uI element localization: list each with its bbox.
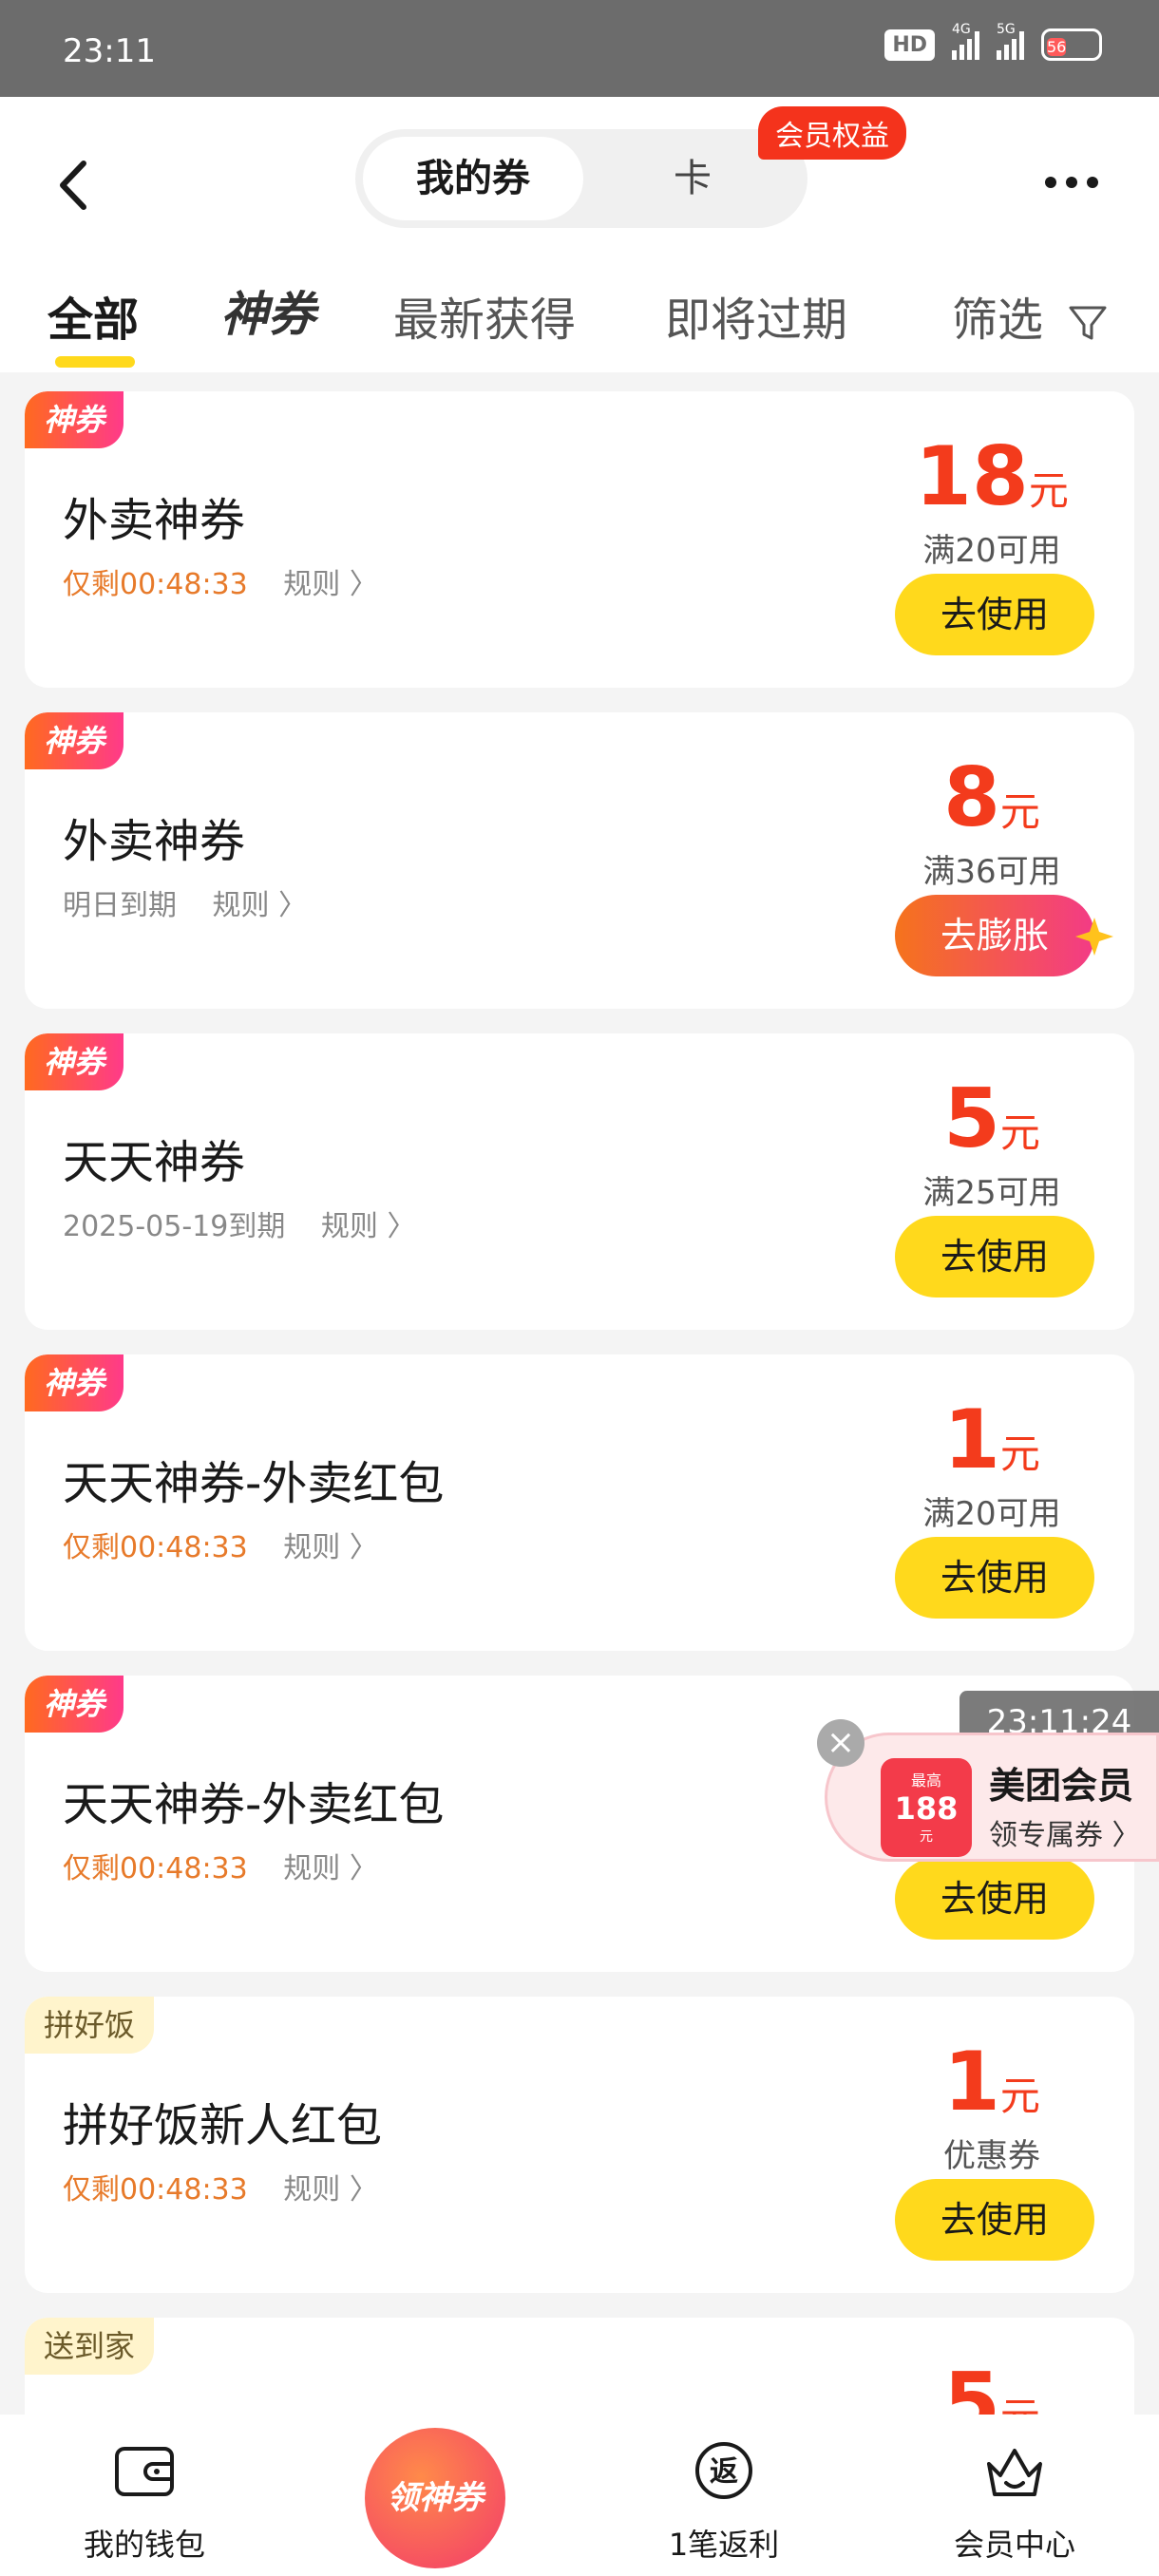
- filter-button[interactable]: 筛选: [952, 282, 1109, 349]
- coupon-title: 拼好饭新人红包: [63, 2099, 383, 2152]
- dot-icon: [1087, 177, 1098, 188]
- coupon-card: 神券 天天神券 2025-05-19到期 规则 〉 5元 满25可用 去使用: [25, 1033, 1134, 1330]
- filter-god-coupon[interactable]: 神券: [220, 276, 315, 345]
- use-coupon-button[interactable]: 去使用: [895, 574, 1094, 655]
- coupon-tag: 神券: [25, 712, 124, 769]
- coupon-card: 神券 外卖神券 明日到期 规则 〉 8元 满36可用 去膨胀: [25, 712, 1134, 1009]
- chevron-left-icon: [60, 161, 86, 210]
- header: 我的券 卡 会员权益 全部 神券 最新获得 即将过期 筛选: [0, 97, 1159, 372]
- coupon-amount: 1元: [943, 1392, 1040, 1487]
- nav-label: 会员中心: [953, 2527, 1075, 2563]
- nav-rebate[interactable]: 返 1笔返利: [619, 2437, 828, 2565]
- rebate-icon: 返: [695, 2442, 752, 2499]
- use-coupon-button[interactable]: 去使用: [895, 1216, 1094, 1297]
- coupon-rule-link[interactable]: 规则 〉: [283, 568, 378, 601]
- svg-text:返: 返: [710, 2455, 738, 2489]
- coupon-tag: 神券: [25, 1676, 124, 1733]
- coupon-amount: 8元: [943, 750, 1040, 845]
- dot-icon: [1045, 177, 1056, 188]
- coupon-title: 天天神券-外卖红包: [63, 1457, 445, 1510]
- member-float: 23:11:24 最高 188 元 美团会员 领专属券 〉 ×: [817, 1691, 1159, 1890]
- filter-newest[interactable]: 最新获得: [393, 282, 576, 349]
- coupon-meta: 仅剩00:48:33 规则 〉: [63, 560, 378, 602]
- member-promo-banner[interactable]: 最高 188 元 美团会员 领专属券 〉: [825, 1733, 1159, 1862]
- signal-4g-icon: 4G: [952, 22, 979, 60]
- coupon-title: 外卖神券: [63, 815, 246, 868]
- coupon-expiry: 仅剩00:48:33: [63, 1531, 248, 1564]
- coupon-rule-link[interactable]: 规则 〉: [213, 889, 308, 922]
- coupon-expiry: 仅剩00:48:33: [63, 1852, 248, 1885]
- dot-icon: [1066, 177, 1077, 188]
- coupon-meta: 仅剩00:48:33 规则 〉: [63, 1845, 378, 1886]
- coupon-expiry: 仅剩00:48:33: [63, 568, 248, 601]
- nav-label: 我的钱包: [83, 2527, 205, 2563]
- coupon-meta: 明日到期 规则 〉: [63, 881, 307, 923]
- coupon-amount: 5元: [943, 1071, 1040, 1166]
- promo-title: 美团会员: [989, 1765, 1134, 1807]
- coupon-title: 天天神券: [63, 1136, 246, 1189]
- wallet-icon: [115, 2447, 174, 2496]
- sparkle-icon: [1075, 918, 1113, 956]
- coupon-rule-link[interactable]: 规则 〉: [321, 1210, 416, 1243]
- coupon-condition: 满25可用: [922, 1174, 1061, 1212]
- battery-icon: 56: [1041, 28, 1102, 61]
- use-coupon-button[interactable]: 去使用: [895, 2179, 1094, 2261]
- coupon-amount: 18元: [915, 429, 1069, 524]
- coupon-rule-link[interactable]: 规则 〉: [283, 1531, 378, 1564]
- more-button[interactable]: [1045, 163, 1112, 201]
- coupon-tag: 神券: [25, 1033, 124, 1090]
- filter-icon: [1069, 306, 1107, 340]
- coupon-expiry: 明日到期: [63, 889, 177, 922]
- coupon-expiry: 2025-05-19到期: [63, 1210, 286, 1243]
- tab-my-coupons[interactable]: 我的券: [363, 137, 583, 220]
- nav-label: 1笔返利: [668, 2527, 780, 2563]
- claim-coupon-button[interactable]: 领神券: [365, 2428, 505, 2568]
- filter-all[interactable]: 全部: [48, 282, 139, 349]
- coupon-condition: 满20可用: [922, 532, 1061, 570]
- signal-5g-icon: 5G: [997, 22, 1024, 60]
- coupon-tag: 神券: [25, 391, 124, 448]
- coupon-card: 拼好饭 拼好饭新人红包 仅剩00:48:33 规则 〉 1元 优惠券 去使用: [25, 1997, 1134, 2293]
- coupon-title: 外卖神券: [63, 494, 246, 547]
- segment-control: 我的券 卡: [355, 129, 808, 228]
- active-tab-indicator: [55, 356, 135, 368]
- coupon-condition: 优惠券: [943, 2137, 1040, 2175]
- filter-tabs: 全部 神券 最新获得 即将过期 筛选: [0, 273, 1159, 368]
- coupon-condition: 满20可用: [922, 1495, 1061, 1533]
- coupon-rule-link[interactable]: 规则 〉: [283, 2173, 378, 2207]
- coupon-tag: 送到家: [25, 2318, 155, 2375]
- close-icon[interactable]: ×: [817, 1719, 864, 1767]
- filter-label: 筛选: [952, 294, 1044, 347]
- coupon-amount: 1元: [943, 2035, 1040, 2130]
- nav-member-center[interactable]: 会员中心: [910, 2437, 1119, 2565]
- nav-wallet[interactable]: 我的钱包: [40, 2437, 249, 2565]
- coupon-expiry: 仅剩00:48:33: [63, 2173, 248, 2207]
- expand-coupon-button[interactable]: 去膨胀: [895, 895, 1094, 976]
- coupon-ticket-icon: 最高 188 元: [881, 1758, 972, 1857]
- member-benefits-badge[interactable]: 会员权益: [758, 106, 906, 160]
- coupon-tag: 拼好饭: [25, 1997, 155, 2054]
- status-icons: HD 4G 5G 56: [884, 22, 1102, 61]
- coupon-rule-link[interactable]: 规则 〉: [283, 1852, 378, 1885]
- crown-basket-icon: [987, 2449, 1042, 2496]
- promo-subtitle: 领专属券 〉: [989, 1819, 1141, 1852]
- hd-icon: HD: [884, 28, 935, 61]
- bottom-nav: 我的钱包 领神券 返 1笔返利 会员中心: [0, 2415, 1159, 2576]
- coupon-meta: 仅剩00:48:33 规则 〉: [63, 2166, 378, 2207]
- coupon-title: 天天神券-外卖红包: [63, 1778, 445, 1831]
- coupon-card: 神券 外卖神券 仅剩00:48:33 规则 〉 18元 满20可用 去使用: [25, 391, 1134, 688]
- coupon-meta: 仅剩00:48:33 规则 〉: [63, 1524, 378, 1565]
- use-coupon-button[interactable]: 去使用: [895, 1537, 1094, 1619]
- coupon-meta: 2025-05-19到期 规则 〉: [63, 1203, 415, 1244]
- filter-expiring[interactable]: 即将过期: [665, 282, 847, 349]
- coupon-card: 神券 天天神券-外卖红包 仅剩00:48:33 规则 〉 1元 满20可用 去使…: [25, 1354, 1134, 1651]
- coupon-condition: 满36可用: [922, 853, 1061, 891]
- back-button[interactable]: [48, 142, 104, 228]
- status-bar: 23:11 HD 4G 5G 56: [0, 0, 1159, 97]
- coupon-tag: 神券: [25, 1354, 124, 1411]
- status-time: 23:11: [63, 32, 156, 70]
